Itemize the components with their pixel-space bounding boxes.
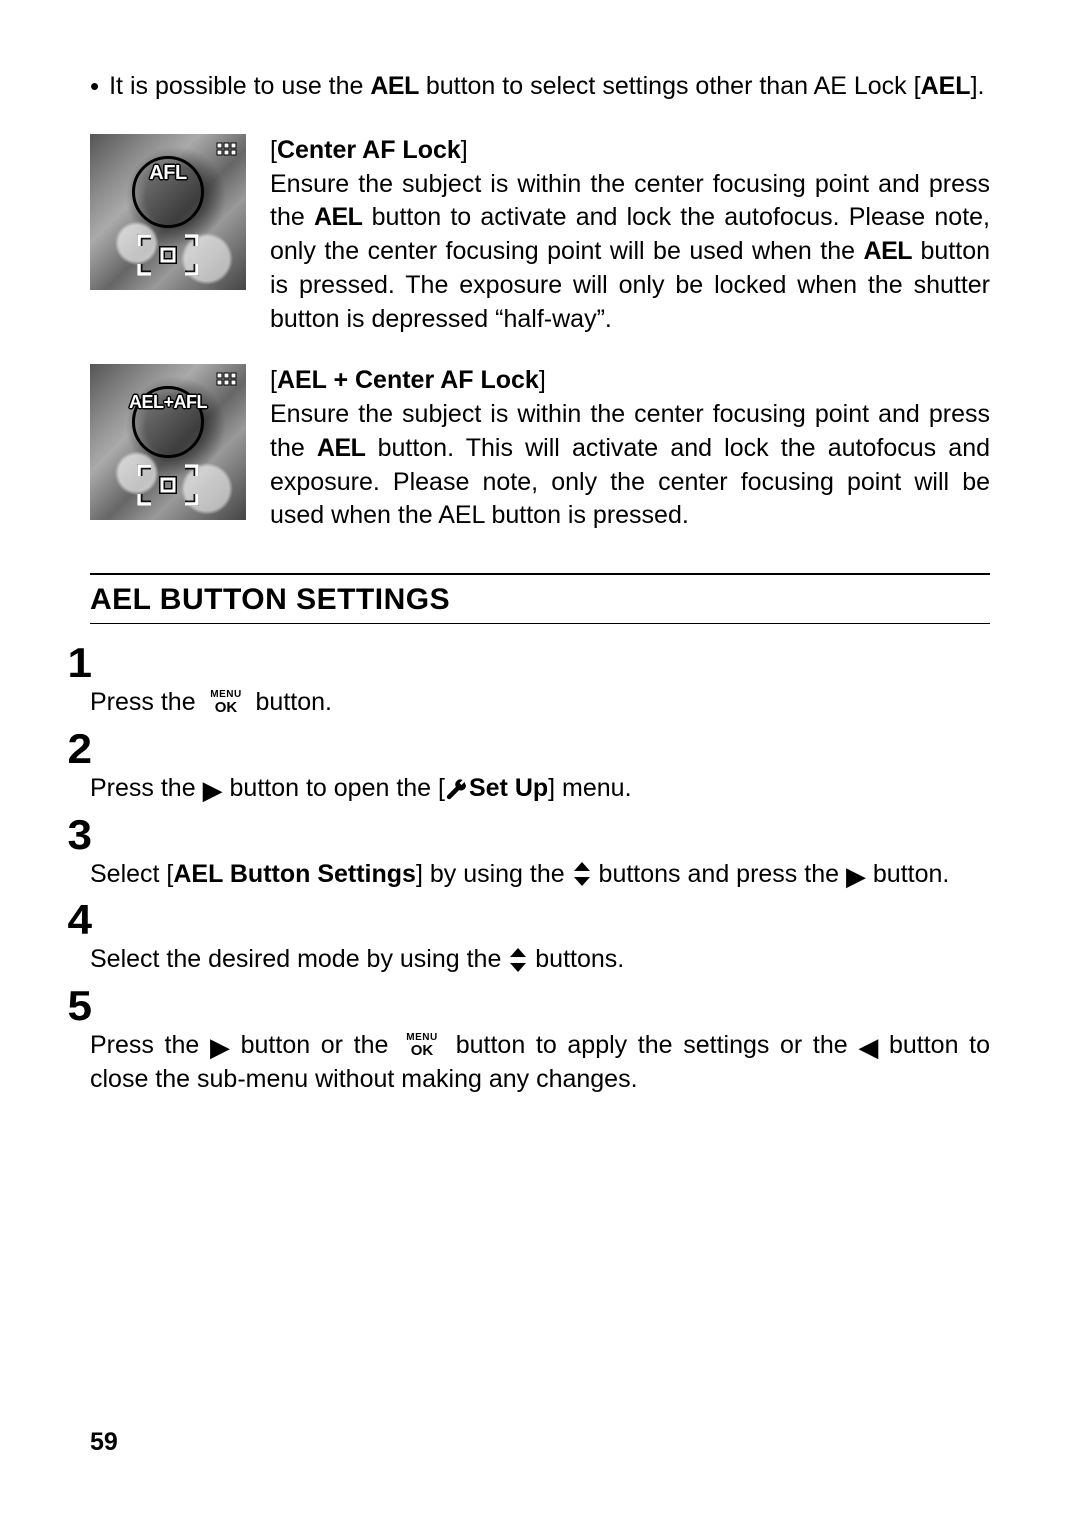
ael-button-label: AEL <box>864 237 913 265</box>
step-number-1: 1 <box>68 642 1013 684</box>
focus-bracket-icon <box>137 464 199 506</box>
step-3-body: Select [AEL Button Settings] by using th… <box>90 858 990 892</box>
lcd-preview-afl: AFL <box>90 134 246 290</box>
step-number-3: 3 <box>68 814 1013 856</box>
ael-button-label: AEL <box>370 72 419 100</box>
feature-title: [AEL + Center AF Lock] <box>270 366 546 394</box>
intro-text-3: ]. <box>971 72 985 100</box>
svg-text:OK: OK <box>411 1042 434 1058</box>
svg-text:OK: OK <box>214 699 237 715</box>
feature-title: [Center AF Lock] <box>270 136 468 164</box>
step-number-4: 4 <box>68 899 1013 941</box>
intro-bracket-bold: AEL <box>921 72 971 100</box>
wrench-icon <box>445 777 469 801</box>
section-heading: AEL BUTTON SETTINGS <box>90 583 990 617</box>
menu-ok-icon: MENUOK <box>203 687 249 715</box>
lcd-preview-ael-afl: AEL+AFL <box>90 364 246 520</box>
intro-text-1: It is possible to use the <box>109 72 370 100</box>
feature-body-2: button. This will activate and lock the … <box>270 434 990 530</box>
ael-button-label: AEL <box>317 434 366 462</box>
step-1-body: Press the MENUOK button. <box>90 686 990 720</box>
step-2-body: Press the ▶ button to open the [Set Up] … <box>90 772 990 806</box>
ael-button-label: AEL <box>314 203 363 231</box>
intro-text-2: button to select settings other than AE … <box>419 72 921 100</box>
divider-thin <box>90 623 990 624</box>
step-number-5: 5 <box>68 985 1013 1027</box>
lcd-label-afl: AFL <box>149 162 186 185</box>
step-number-2: 2 <box>68 728 1013 770</box>
focus-bracket-icon <box>137 234 199 276</box>
up-down-arrow-icon <box>508 947 528 973</box>
feature-ael-center-af-lock: AEL+AFL [AEL + Center AF Lock] <box>90 364 990 533</box>
mode-grid-icon <box>216 142 238 160</box>
up-down-arrow-icon <box>572 861 592 887</box>
step-4-body: Select the desired mode by using the but… <box>90 943 990 977</box>
menu-ok-icon: MENUOK <box>399 1030 445 1058</box>
divider-thick <box>90 573 990 575</box>
bullet-icon: • <box>90 70 99 104</box>
lcd-label-ael-afl: AEL+AFL <box>129 392 207 413</box>
intro-bullet: • It is possible to use the AEL button t… <box>90 70 990 104</box>
feature-center-af-lock: AFL <box>90 134 990 337</box>
page-number: 59 <box>90 1428 118 1457</box>
step-5-body: Press the ▶ button or the MENUOK button … <box>90 1029 990 1097</box>
mode-grid-icon <box>216 372 238 390</box>
